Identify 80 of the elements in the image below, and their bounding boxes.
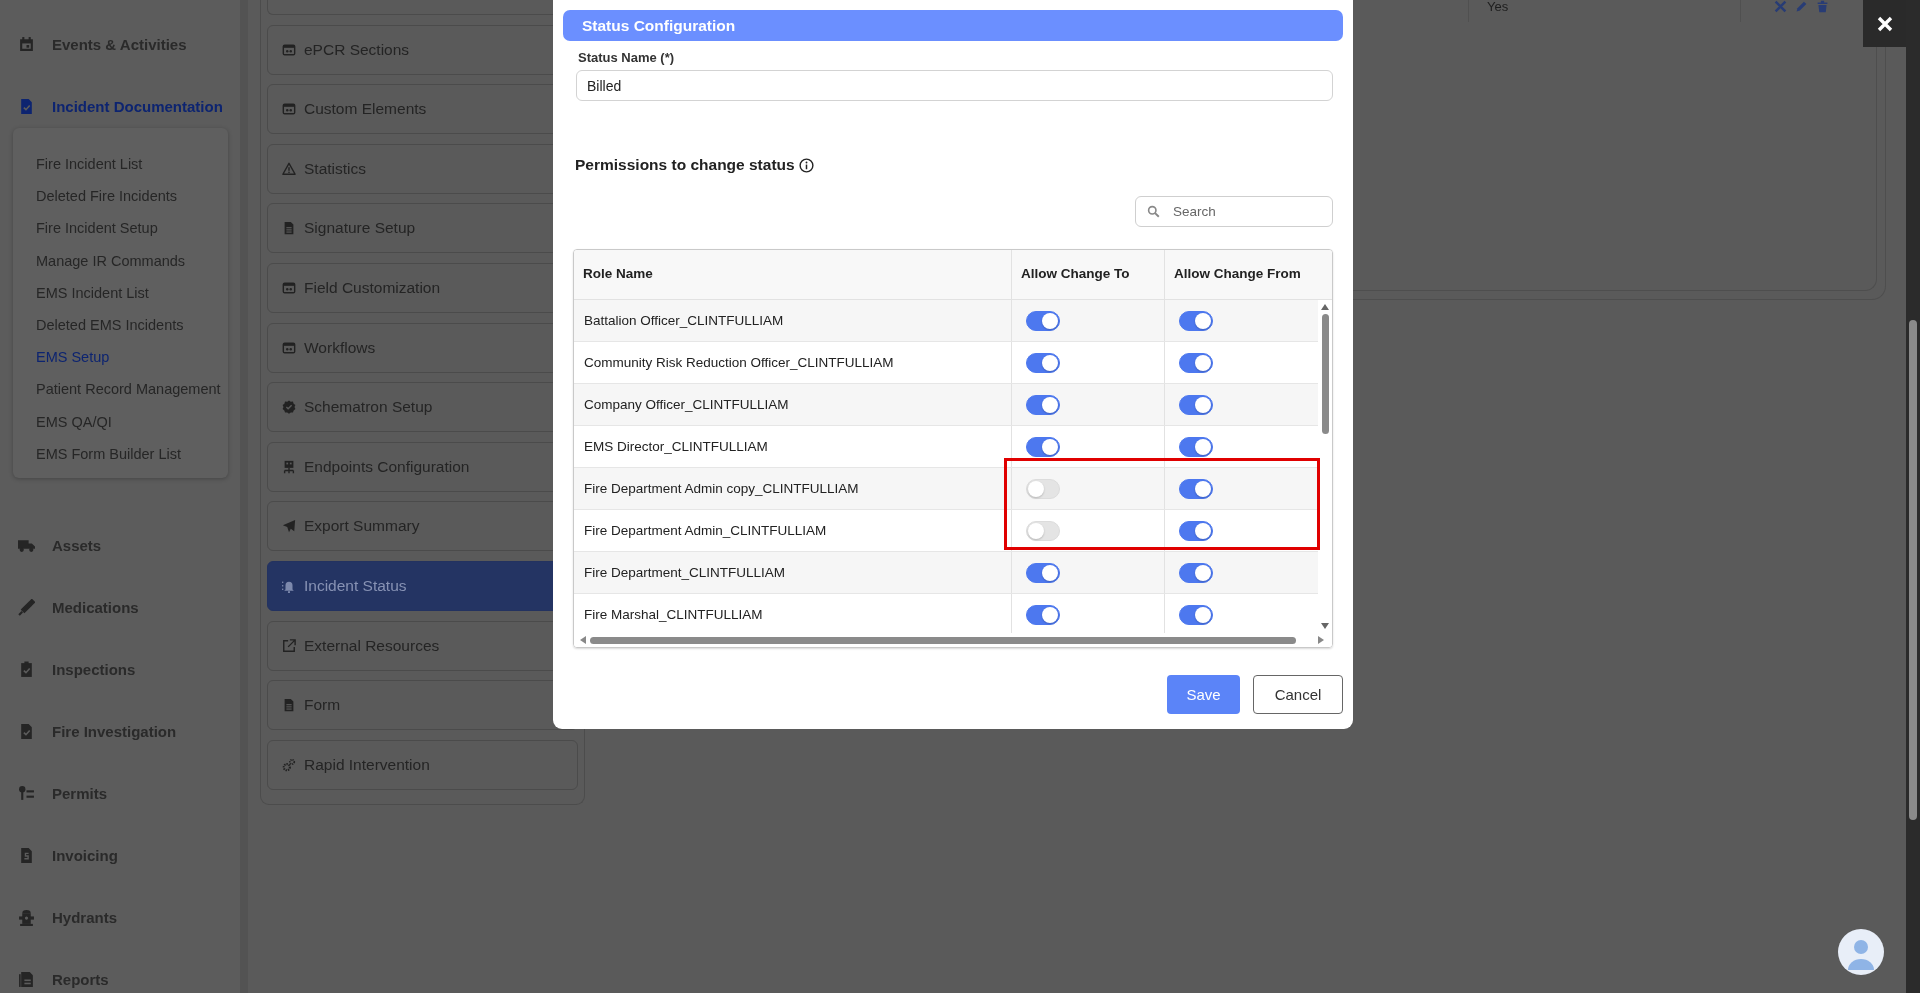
toggle-switch[interactable] <box>1026 352 1060 373</box>
table-cell-text: Fire Department Admin_CLINTFULLIAM <box>583 522 828 540</box>
table-cell-text: Fire Department Admin copy_CLINTFULLIAM <box>583 480 860 498</box>
hydrant-icon <box>18 909 35 927</box>
toggle-switch[interactable] <box>1026 562 1060 583</box>
save-button[interactable]: Save <box>1167 675 1240 714</box>
submenu-item[interactable]: Deleted Fire Incidents <box>36 180 228 213</box>
avatar[interactable] <box>1838 929 1884 975</box>
sitemap-icon <box>282 459 296 474</box>
report-icon <box>18 971 35 989</box>
status-name-field[interactable]: Billed <box>576 70 1333 101</box>
field-label: Status Name (*) <box>578 50 676 65</box>
info-icon[interactable] <box>798 157 814 173</box>
toggle-switch[interactable] <box>1026 436 1060 457</box>
badge-check-icon <box>282 400 296 415</box>
table-cell-text: EMS Director_CLINTFULLIAM <box>583 438 769 456</box>
table-cell: Yes <box>1468 0 1740 22</box>
calendar-icon <box>18 35 35 53</box>
toggle-switch[interactable] <box>1179 394 1213 415</box>
close-button[interactable] <box>1863 0 1906 47</box>
paper-plane-icon <box>282 519 296 534</box>
warning-icon <box>282 161 296 176</box>
submenu-item[interactable]: EMS Incident List <box>36 276 228 309</box>
clipboard-check-icon <box>18 661 35 679</box>
external-link-icon <box>282 638 296 653</box>
submenu-item[interactable]: EMS Setup <box>36 341 228 374</box>
submenu-item[interactable]: EMS QA/QI <box>36 405 228 438</box>
toggle-switch[interactable] <box>1179 436 1213 457</box>
syringe-icon <box>18 599 35 617</box>
table-cell-text: Fire Department_CLINTFULLIAM <box>583 564 787 582</box>
form-icon <box>282 340 296 355</box>
document-icon <box>282 221 296 236</box>
submenu-item[interactable]: Manage IR Commands <box>36 244 228 277</box>
toggle-switch[interactable] <box>1026 604 1060 625</box>
dialog-title: Status Configuration <box>563 10 1343 41</box>
document-check-icon <box>18 723 35 741</box>
table-cell-text: Battalion Officer_CLINTFULLIAM <box>583 312 785 330</box>
toggle-switch[interactable] <box>1026 394 1060 415</box>
page-scrollbar[interactable] <box>1906 0 1920 993</box>
submenu-item[interactable]: Fire Incident Setup <box>36 212 228 245</box>
table-cell-text: Community Risk Reduction Officer_CLINTFULLIAM <box>583 354 895 372</box>
toggle-switch[interactable] <box>1179 310 1213 331</box>
document-icon <box>282 698 296 713</box>
scroll-down-arrow-icon[interactable] <box>1321 623 1329 629</box>
submenu-item[interactable]: EMS Form Builder List <box>36 437 228 470</box>
form-icon <box>282 280 296 295</box>
toggle-switch[interactable] <box>1179 562 1213 583</box>
submenu-item[interactable]: Deleted EMS Incidents <box>36 308 228 342</box>
section-heading: Permissions to change status <box>575 156 795 174</box>
column-header: Role Name <box>582 265 654 283</box>
column-header: Allow Change From <box>1164 250 1332 299</box>
horizontal-scrollbar[interactable] <box>574 633 1332 647</box>
table-cell-text: Company Officer_CLINTFULLIAM <box>583 396 790 414</box>
scrollbar-thumb[interactable] <box>1909 320 1917 820</box>
toggle-switch[interactable] <box>1179 520 1213 541</box>
cancel-button[interactable]: Cancel <box>1253 675 1343 714</box>
scroll-right-arrow-icon[interactable] <box>1318 636 1324 644</box>
invoice-icon <box>18 847 35 865</box>
toggle-switch[interactable] <box>1026 310 1060 331</box>
scroll-left-arrow-icon[interactable] <box>580 636 586 644</box>
toggle-switch[interactable] <box>1179 352 1213 373</box>
scroll-up-arrow-icon[interactable] <box>1321 304 1329 310</box>
scrollbar-thumb[interactable] <box>1321 314 1329 434</box>
form-icon <box>282 102 296 117</box>
toggle-switch[interactable] <box>1179 604 1213 625</box>
toggle-switch[interactable] <box>1179 478 1213 499</box>
key-list-icon <box>18 785 35 803</box>
submenu-item[interactable]: Fire Incident List <box>36 148 228 181</box>
column-header: Allow Change To <box>1011 250 1164 299</box>
search-icon <box>1147 205 1160 218</box>
search-field[interactable]: Search <box>1135 196 1333 227</box>
truck-icon <box>18 537 35 555</box>
document-check-icon <box>18 97 35 115</box>
gears-icon <box>282 757 296 772</box>
vertical-scrollbar[interactable] <box>1318 300 1332 633</box>
submenu-item[interactable]: Patient Record Management <box>36 373 228 406</box>
scrollbar-thumb[interactable] <box>590 636 1296 644</box>
form-icon <box>282 42 296 57</box>
sidebar-item[interactable]: Incident Documentation <box>0 75 240 137</box>
table-cell-text: Fire Marshal_CLINTFULLIAM <box>583 606 764 624</box>
